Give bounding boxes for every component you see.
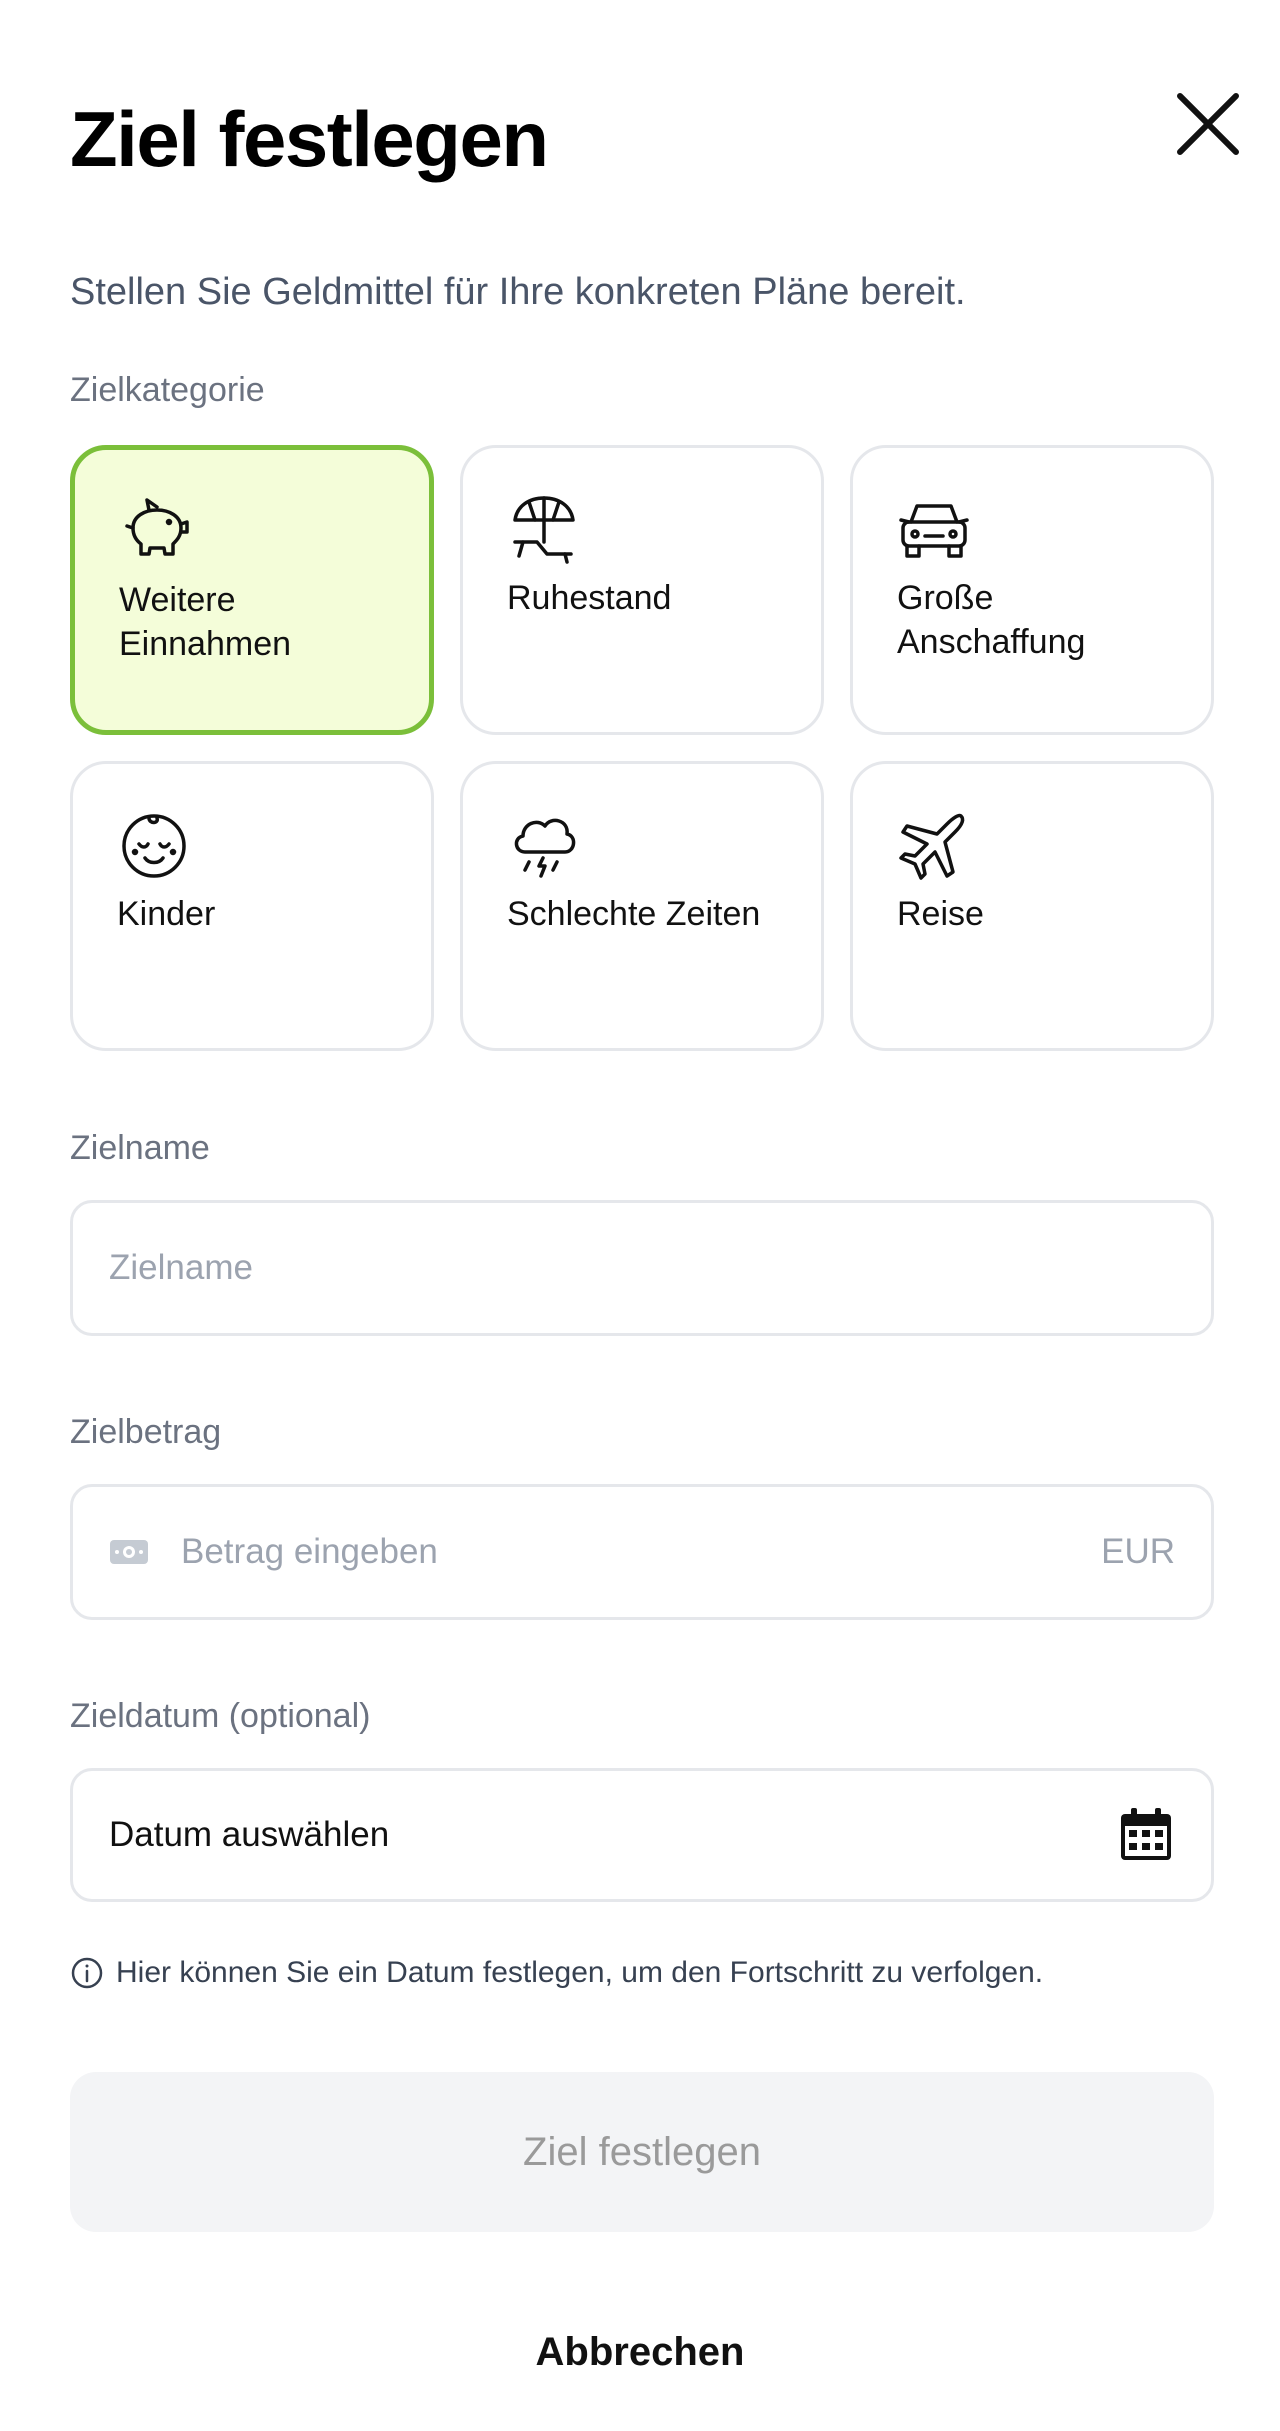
goal-amount-placeholder: Betrag eingeben [181, 1532, 438, 1571]
banknote-icon [109, 1538, 149, 1566]
category-card-reise[interactable]: Reise [850, 761, 1214, 1051]
car-icon [897, 492, 971, 566]
category-card-grosse-anschaffung[interactable]: Große Anschaffung [850, 445, 1214, 735]
category-label: Zielkategorie [70, 371, 265, 409]
date-hint: Hier können Sie ein Datum festlegen, um … [70, 1956, 1043, 1990]
goal-dialog: Ziel festlegen Stellen Sie Geldmittel fü… [0, 0, 1280, 2431]
goal-amount-input[interactable]: Betrag eingeben EUR [70, 1484, 1214, 1620]
baby-face-icon [117, 808, 191, 882]
goal-date-label: Zieldatum (optional) [70, 1697, 371, 1735]
category-card-ruhestand[interactable]: Ruhestand [460, 445, 824, 735]
storm-cloud-icon [507, 808, 581, 882]
goal-name-input[interactable]: Zielname [70, 1200, 1214, 1336]
page-subtitle: Stellen Sie Geldmittel für Ihre konkrete… [70, 271, 966, 313]
category-grid: Weitere Einnahmen Ruhestand Große Anscha… [70, 445, 1214, 1051]
goal-name-label: Zielname [70, 1129, 210, 1167]
category-card-kinder[interactable]: Kinder [70, 761, 434, 1051]
category-card-label: Große Anschaffung [897, 579, 1086, 662]
category-card-label: Ruhestand [507, 579, 672, 617]
calendar-icon[interactable] [1117, 1806, 1175, 1864]
goal-name-placeholder: Zielname [109, 1248, 253, 1287]
goal-date-picker[interactable]: Datum auswählen [70, 1768, 1214, 1902]
category-card-label: Schlechte Zeiten [507, 895, 761, 933]
category-card-label: Kinder [117, 895, 216, 933]
category-card-weitere-einnahmen[interactable]: Weitere Einnahmen [70, 445, 434, 735]
submit-button[interactable]: Ziel festlegen [70, 2072, 1214, 2232]
category-card-label: Weitere Einnahmen [119, 581, 292, 664]
beach-umbrella-icon [507, 492, 581, 566]
close-button[interactable] [1170, 86, 1246, 162]
page-title: Ziel festlegen [70, 95, 549, 183]
piggy-bank-icon [119, 494, 193, 568]
close-icon [1177, 93, 1239, 155]
hint-text: Hier können Sie ein Datum festlegen, um … [116, 1956, 1044, 1989]
category-card-label: Reise [897, 895, 984, 933]
goal-date-value: Datum auswählen [109, 1815, 390, 1854]
info-icon [70, 1956, 104, 1990]
airplane-icon [897, 808, 971, 882]
category-card-schlechte-zeiten[interactable]: Schlechte Zeiten [460, 761, 824, 1051]
currency-label: EUR [1101, 1532, 1175, 1571]
goal-amount-label: Zielbetrag [70, 1413, 222, 1451]
cancel-button[interactable]: Abbrechen [0, 2330, 1280, 2375]
